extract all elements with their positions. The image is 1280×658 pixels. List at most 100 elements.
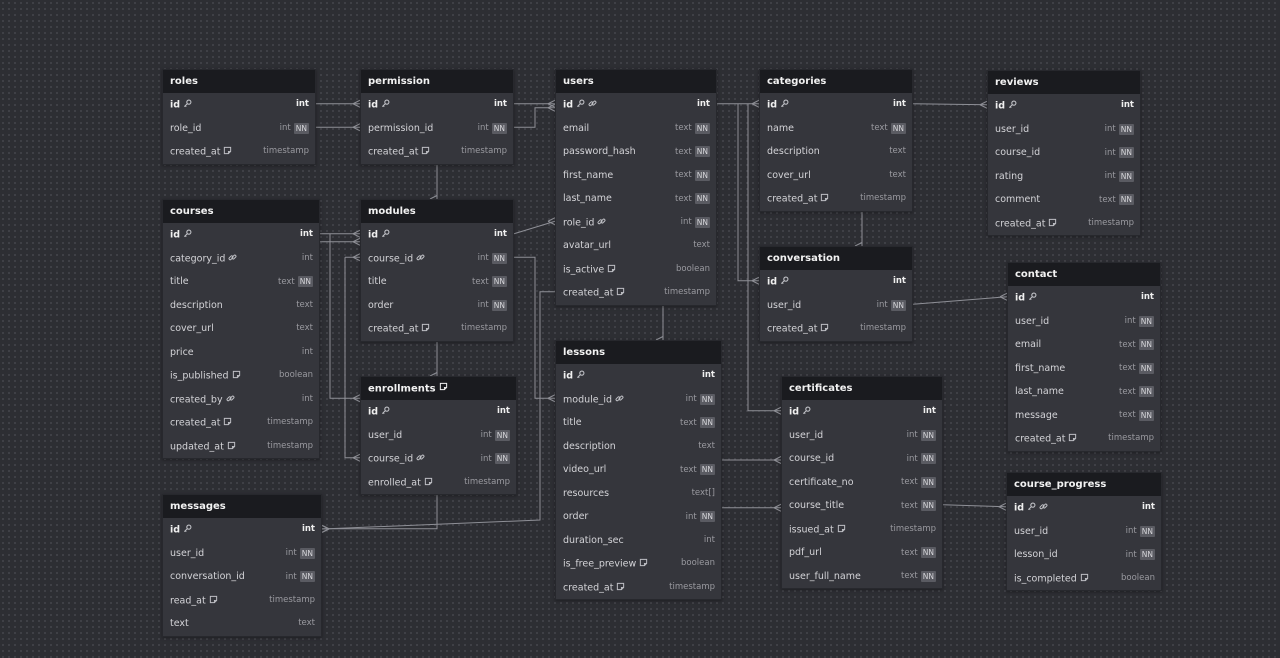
- table-row[interactable]: id int: [760, 270, 912, 294]
- table-row[interactable]: is_published boolean: [163, 364, 319, 388]
- table-row[interactable]: id int: [782, 400, 942, 424]
- table-users[interactable]: users id int email text NN password_hash text NN…: [555, 69, 717, 306]
- table-row[interactable]: conversation_id int NN: [163, 565, 321, 589]
- table-row[interactable]: id int: [556, 93, 716, 117]
- table-row[interactable]: email text NN: [1008, 333, 1160, 357]
- table-row[interactable]: user_full_name text NN: [782, 565, 942, 589]
- table-row[interactable]: price int: [163, 341, 319, 365]
- table-courses[interactable]: courses id int category_id int title text NN des…: [162, 199, 320, 459]
- table-row[interactable]: id int: [1008, 286, 1160, 310]
- table-contact[interactable]: contact id int user_id int NN email text NN first…: [1007, 262, 1161, 452]
- table-row[interactable]: created_at timestamp: [556, 281, 716, 305]
- table-row[interactable]: is_completed boolean: [1007, 567, 1161, 591]
- table-row[interactable]: title text NN: [361, 270, 513, 294]
- table-row[interactable]: order int NN: [361, 294, 513, 318]
- table-modules[interactable]: modules id int course_id int NN title text NN ord…: [360, 199, 514, 342]
- table-row[interactable]: updated_at timestamp: [163, 435, 319, 459]
- table-header[interactable]: certificates: [782, 377, 942, 400]
- table-row[interactable]: created_at timestamp: [163, 411, 319, 435]
- table-row[interactable]: role_id int NN: [163, 117, 315, 141]
- table-row[interactable]: course_id int NN: [361, 447, 516, 471]
- table-row[interactable]: created_by int: [163, 388, 319, 412]
- table-row[interactable]: user_id int NN: [361, 424, 516, 448]
- table-row[interactable]: category_id int: [163, 247, 319, 271]
- table-header[interactable]: roles: [163, 70, 315, 93]
- table-row[interactable]: created_at timestamp: [163, 140, 315, 164]
- table-row[interactable]: course_title text NN: [782, 494, 942, 518]
- table-row[interactable]: id int: [556, 364, 721, 388]
- table-row[interactable]: module_id int NN: [556, 388, 721, 412]
- table-row[interactable]: permission_id int NN: [361, 117, 513, 141]
- table-row[interactable]: created_at timestamp: [1008, 427, 1160, 451]
- table-row[interactable]: cover_url text: [760, 164, 912, 188]
- table-header[interactable]: modules: [361, 200, 513, 223]
- table-row[interactable]: order int NN: [556, 505, 721, 529]
- table-roles[interactable]: roles id int role_id int NN created_at timestam…: [162, 69, 316, 165]
- table-row[interactable]: enrolled_at timestamp: [361, 471, 516, 495]
- table-row[interactable]: rating int NN: [988, 165, 1140, 189]
- table-row[interactable]: id int: [760, 93, 912, 117]
- table-row[interactable]: created_at timestamp: [988, 212, 1140, 236]
- table-row[interactable]: message text NN: [1008, 404, 1160, 428]
- table-header[interactable]: categories: [760, 70, 912, 93]
- table-row[interactable]: password_hash text NN: [556, 140, 716, 164]
- table-row[interactable]: user_id int NN: [782, 424, 942, 448]
- table-header[interactable]: users: [556, 70, 716, 93]
- table-row[interactable]: user_id int NN: [760, 294, 912, 318]
- table-conversation[interactable]: conversation id int user_id int NN created_at t…: [759, 246, 913, 342]
- table-row[interactable]: description text: [760, 140, 912, 164]
- table-row[interactable]: pdf_url text NN: [782, 541, 942, 565]
- table-row[interactable]: created_at timestamp: [361, 140, 513, 164]
- table-row[interactable]: is_free_preview boolean: [556, 552, 721, 576]
- table-row[interactable]: first_name text NN: [556, 164, 716, 188]
- table-header[interactable]: conversation: [760, 247, 912, 270]
- table-enrollments[interactable]: enrollments id int user_id int NN course_id int…: [360, 376, 517, 495]
- table-row[interactable]: id int: [163, 93, 315, 117]
- table-row[interactable]: created_at timestamp: [556, 576, 721, 600]
- table-categories[interactable]: categories id int name text NN description text…: [759, 69, 913, 212]
- table-row[interactable]: title text NN: [163, 270, 319, 294]
- table-header[interactable]: lessons: [556, 341, 721, 364]
- table-lessons[interactable]: lessons id int module_id int NN title text NN des…: [555, 340, 722, 600]
- table-row[interactable]: read_at timestamp: [163, 589, 321, 613]
- table-row[interactable]: comment text NN: [988, 188, 1140, 212]
- table-header[interactable]: course_progress: [1007, 473, 1161, 496]
- table-row[interactable]: created_at timestamp: [361, 317, 513, 341]
- table-row[interactable]: id int: [1007, 496, 1161, 520]
- table-row[interactable]: course_id int NN: [782, 447, 942, 471]
- table-row[interactable]: id int: [988, 94, 1140, 118]
- table-row[interactable]: course_id int NN: [361, 247, 513, 271]
- table-row[interactable]: user_id int NN: [1007, 520, 1161, 544]
- table-header[interactable]: reviews: [988, 71, 1140, 94]
- table-row[interactable]: name text NN: [760, 117, 912, 141]
- table-row[interactable]: last_name text NN: [556, 187, 716, 211]
- table-permission[interactable]: permission id int permission_id int NN created…: [360, 69, 514, 165]
- table-row[interactable]: id int: [163, 518, 321, 542]
- table-row[interactable]: title text NN: [556, 411, 721, 435]
- table-row[interactable]: email text NN: [556, 117, 716, 141]
- table-row[interactable]: certificate_no text NN: [782, 471, 942, 495]
- table-course_progress[interactable]: course_progress id int user_id int NN lesson_i…: [1006, 472, 1162, 591]
- table-row[interactable]: created_at timestamp: [760, 187, 912, 211]
- table-row[interactable]: course_id int NN: [988, 141, 1140, 165]
- table-row[interactable]: lesson_id int NN: [1007, 543, 1161, 567]
- table-row[interactable]: is_active boolean: [556, 258, 716, 282]
- table-row[interactable]: id int: [361, 223, 513, 247]
- table-reviews[interactable]: reviews id int user_id int NN course_id int NN ra…: [987, 70, 1141, 236]
- table-certificates[interactable]: certificates id int user_id int NN course_id in…: [781, 376, 943, 589]
- table-row[interactable]: id int: [361, 400, 516, 424]
- table-row[interactable]: text text: [163, 612, 321, 636]
- er-diagram-canvas[interactable]: roles id int role_id int NN created_at timestam…: [0, 0, 1280, 658]
- table-row[interactable]: cover_url text: [163, 317, 319, 341]
- table-row[interactable]: first_name text NN: [1008, 357, 1160, 381]
- table-row[interactable]: user_id int NN: [988, 118, 1140, 142]
- table-row[interactable]: created_at timestamp: [760, 317, 912, 341]
- table-row[interactable]: description text: [556, 435, 721, 459]
- table-row[interactable]: id int: [361, 93, 513, 117]
- table-row[interactable]: user_id int NN: [1008, 310, 1160, 334]
- table-header[interactable]: messages: [163, 495, 321, 518]
- table-header[interactable]: enrollments: [361, 377, 516, 400]
- table-row[interactable]: role_id int NN: [556, 211, 716, 235]
- table-row[interactable]: video_url text NN: [556, 458, 721, 482]
- table-row[interactable]: duration_sec int: [556, 529, 721, 553]
